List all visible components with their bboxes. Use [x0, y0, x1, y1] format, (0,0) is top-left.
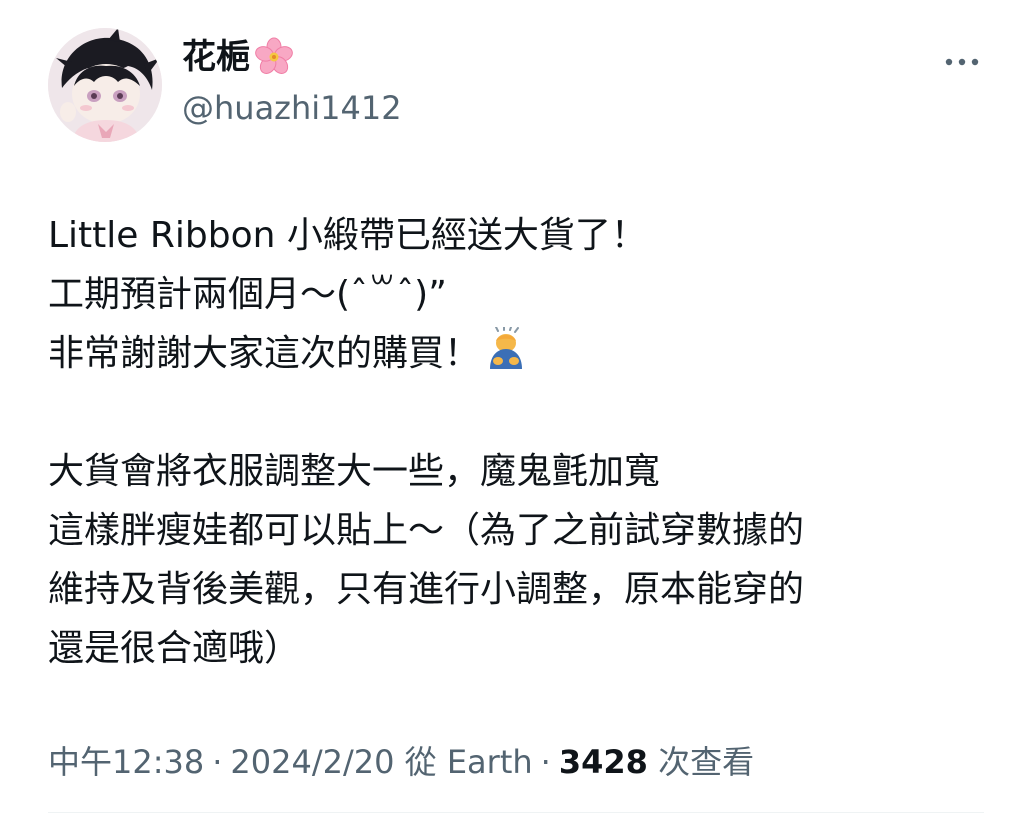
tweet-blank-line	[48, 383, 988, 442]
bowing-person-icon	[490, 327, 523, 369]
tweet-location: 從 Earth	[404, 743, 533, 781]
more-horizontal-icon	[945, 58, 979, 66]
tweet-line: Little Ribbon 小緞帶已經送大貨了！	[48, 215, 647, 256]
tweet-header: 花梔 @huazhi1412	[48, 28, 984, 148]
views-label: 次查看	[658, 743, 755, 781]
tweet-text: Little Ribbon 小緞帶已經送大貨了！ 工期預計兩個月～(ˆ꒳ˆ)” …	[48, 206, 988, 678]
avatar[interactable]	[48, 28, 162, 142]
tweet-line: 維持及背後美觀，只有進行小調整，原本能穿的	[48, 569, 805, 610]
tweet-line: 這樣胖瘦娃都可以貼上～（為了之前試穿數據的	[48, 510, 805, 551]
meta-separator: ·	[212, 743, 223, 781]
tweet-meta: 中午12:38 · 2024/2/20 從 Earth · 3428 次查看	[48, 736, 754, 788]
tweet-date[interactable]: 2024/2/20	[230, 743, 394, 781]
more-options-button[interactable]	[940, 50, 984, 74]
tweet-line: 工期預計兩個月～(ˆ꒳ˆ)”	[48, 274, 447, 315]
user-handle[interactable]: @huazhi1412	[182, 86, 402, 130]
tweet-line-with-emoji: 非常謝謝大家這次的購買！	[48, 324, 988, 383]
tweet-line: 還是很合適哦）	[48, 628, 301, 669]
author-names: 花梔 @huazhi1412	[182, 34, 402, 130]
display-name[interactable]: 花梔	[182, 34, 402, 80]
display-name-text: 花梔	[182, 37, 250, 77]
cherry-blossom-icon	[255, 37, 293, 74]
tweet-detail: 花梔 @huazhi1412 Little Ribbon 小緞帶已經送大貨了！ …	[0, 0, 1024, 819]
views-count[interactable]: 3428	[559, 743, 648, 781]
tweet-line: 大貨會將衣服調整大一些，魔鬼氈加寬	[48, 451, 661, 492]
avatar-image	[48, 28, 162, 142]
divider	[48, 812, 984, 813]
meta-separator: ·	[540, 743, 551, 781]
tweet-time[interactable]: 中午12:38	[48, 743, 204, 781]
tweet-line-text: 非常謝謝大家這次的購買！	[48, 333, 481, 374]
